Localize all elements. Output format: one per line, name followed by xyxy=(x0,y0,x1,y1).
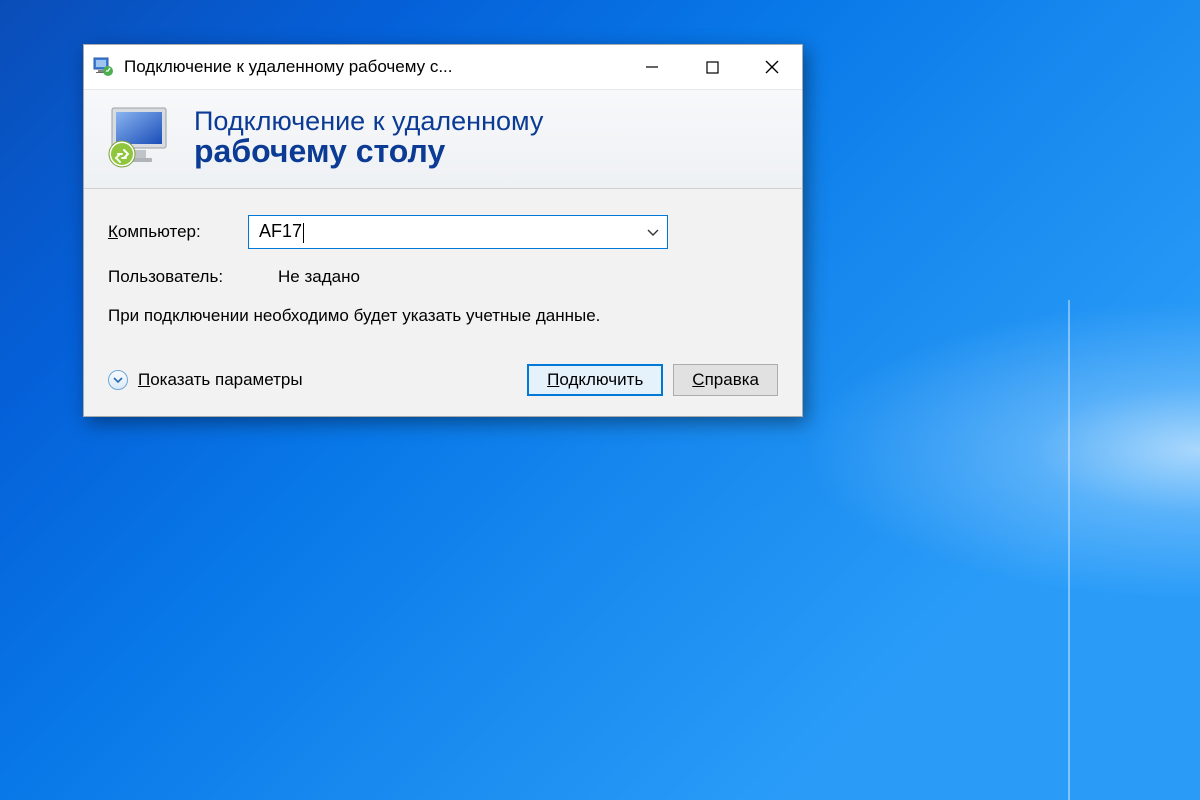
expand-chevron-icon[interactable] xyxy=(108,370,128,390)
computer-row: Компьютер: AF17 xyxy=(108,215,778,249)
credentials-hint: При подключении необходимо будет указать… xyxy=(108,305,628,328)
banner-title-line1: Подключение к удаленному xyxy=(194,107,543,135)
connect-button[interactable]: Подключить xyxy=(527,364,663,396)
close-button[interactable] xyxy=(742,45,802,89)
rdp-app-icon xyxy=(92,56,114,78)
computer-value: AF17 xyxy=(259,221,647,242)
footer: Показать параметры Подключить Справка xyxy=(108,364,778,396)
user-value: Не задано xyxy=(278,267,360,287)
computer-combobox[interactable]: AF17 xyxy=(248,215,668,249)
help-button[interactable]: Справка xyxy=(673,364,778,396)
minimize-button[interactable] xyxy=(622,45,682,89)
content-area: Компьютер: AF17 Пользователь: Не задано … xyxy=(84,189,802,416)
monitor-icon xyxy=(104,104,176,172)
desktop-line xyxy=(1068,300,1070,800)
banner-text: Подключение к удаленному рабочему столу xyxy=(194,107,543,169)
header-banner: Подключение к удаленному рабочему столу xyxy=(84,89,802,189)
user-row: Пользователь: Не задано xyxy=(108,267,778,287)
show-options-link[interactable]: Показать параметры xyxy=(138,370,303,390)
rdp-dialog: Подключение к удаленному рабочему с... xyxy=(83,44,803,417)
maximize-button[interactable] xyxy=(682,45,742,89)
window-controls xyxy=(622,45,802,89)
chevron-down-icon[interactable] xyxy=(647,225,659,240)
desktop-light xyxy=(800,300,1200,600)
titlebar[interactable]: Подключение к удаленному рабочему с... xyxy=(84,45,802,89)
banner-title-line2: рабочему столу xyxy=(194,135,543,169)
user-label: Пользователь: xyxy=(108,267,278,287)
text-caret xyxy=(303,223,304,243)
computer-label: Компьютер: xyxy=(108,222,248,242)
window-title: Подключение к удаленному рабочему с... xyxy=(124,57,622,77)
